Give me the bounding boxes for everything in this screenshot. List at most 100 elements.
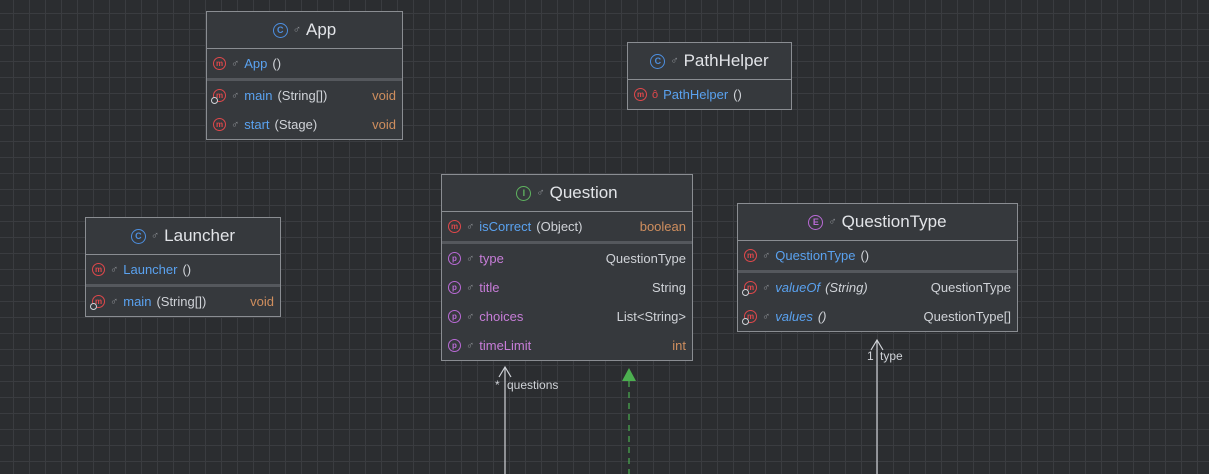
member-row[interactable]: p ♂ timeLimit int [442, 331, 692, 360]
class-name: PathHelper [683, 51, 769, 70]
public-visibility-icon: ♂ [828, 216, 837, 228]
member-row[interactable]: m ♂ valueOf (String) QuestionType [738, 273, 1017, 302]
method-params: (String[]) [277, 88, 328, 103]
method-icon: m [744, 249, 757, 262]
field-icon: p [448, 310, 461, 323]
return-type: void [372, 88, 396, 103]
method-name: isCorrect [479, 219, 532, 234]
field-type: int [672, 338, 686, 353]
public-visibility-icon: ♂ [762, 281, 771, 294]
method-params: () [817, 309, 827, 324]
field-type: List<String> [616, 309, 686, 324]
field-icon: p [448, 339, 461, 352]
association-label: questions [507, 378, 559, 392]
member-row[interactable]: m ♂ App () [207, 49, 402, 78]
public-visibility-icon: ♂ [466, 339, 475, 352]
method-name: start [244, 117, 270, 132]
field-type: QuestionType [605, 251, 686, 266]
association-label: type [880, 349, 903, 363]
method-name: values [775, 309, 813, 324]
field-name: timeLimit [479, 338, 532, 353]
return-type: boolean [639, 219, 686, 234]
method-params: (String) [825, 280, 868, 295]
method-name: valueOf [775, 280, 820, 295]
member-row[interactable]: m ♂ main (String[]) void [86, 287, 280, 316]
member-row[interactable]: m ô PathHelper () [628, 80, 791, 109]
class-name: Launcher [164, 226, 236, 245]
class-header: E ♂ QuestionType [738, 204, 1017, 241]
member-row[interactable]: m ♂ Launcher () [86, 255, 280, 284]
static-method-icon: m [742, 310, 757, 325]
public-visibility-icon: ♂ [231, 118, 240, 131]
method-params: (Stage) [274, 117, 318, 132]
method-icon: m [634, 88, 647, 101]
return-type: QuestionType [930, 280, 1011, 295]
public-visibility-icon: ♂ [110, 263, 119, 276]
public-visibility-icon: ♂ [670, 55, 679, 67]
public-visibility-icon: ♂ [231, 57, 240, 70]
class-app[interactable]: C ♂ App m ♂ App () m ♂ main (String[]) voi… [206, 11, 403, 140]
constructor-name: App [244, 56, 268, 71]
class-name: QuestionType [841, 212, 947, 231]
class-header: C ♂ PathHelper [628, 43, 791, 80]
interface-icon: I [516, 185, 532, 201]
public-visibility-icon: ♂ [150, 230, 160, 242]
public-visibility-icon: ♂ [292, 24, 301, 36]
member-row[interactable]: p ♂ title String [442, 273, 692, 302]
member-row[interactable]: p ♂ choices List<String> [442, 302, 692, 331]
method-name-text: values [775, 309, 813, 324]
constructor-name: PathHelper [663, 87, 729, 102]
static-method-icon: m [211, 89, 226, 104]
multiplicity-label: * [495, 378, 500, 392]
constructor-params: () [860, 248, 870, 263]
public-visibility-icon: ♂ [231, 89, 240, 102]
public-visibility-icon: ♂ [466, 281, 475, 294]
private-visibility-icon: ô [652, 88, 659, 101]
method-params: (Object) [536, 219, 583, 234]
method-name: main [244, 88, 273, 103]
class-header: C ♂ App [207, 12, 402, 49]
class-name: App [306, 20, 337, 39]
multiplicity-label: 1 [867, 349, 874, 363]
class-icon: C [272, 22, 288, 38]
method-icon: m [213, 57, 226, 70]
member-row[interactable]: m ♂ isCorrect (Object) boolean [442, 212, 692, 241]
class-icon: C [650, 53, 666, 69]
class-pathhelper[interactable]: C ♂ PathHelper m ô PathHelper () [627, 42, 792, 110]
static-method-icon: m [90, 295, 105, 310]
constructor-name: QuestionType [775, 248, 856, 263]
member-row[interactable]: m ♂ main (String[]) void [207, 81, 402, 110]
return-type: void [372, 117, 396, 132]
member-row[interactable]: m ♂ values () QuestionType[] [738, 302, 1017, 331]
field-name: type [479, 251, 504, 266]
member-row[interactable]: p ♂ type QuestionType [442, 244, 692, 273]
member-row[interactable]: m ♂ QuestionType () [738, 241, 1017, 270]
public-visibility-icon: ♂ [762, 249, 771, 262]
class-question[interactable]: I ♂ Question m ♂ isCorrect (Object) boole… [441, 174, 693, 361]
member-row[interactable]: m ♂ start (Stage) void [207, 110, 402, 139]
constructor-params: () [182, 262, 192, 277]
class-name: Question [549, 183, 618, 202]
class-header: C ♂ Launcher [86, 218, 280, 255]
enum-icon: E [808, 214, 824, 230]
field-icon: p [448, 281, 461, 294]
static-method-icon: m [742, 281, 757, 296]
public-visibility-icon: ♂ [466, 252, 475, 265]
class-launcher[interactable]: C ♂ Launcher m ♂ Launcher () m ♂ main (Str… [85, 217, 281, 317]
constructor-name: Launcher [123, 262, 178, 277]
public-visibility-icon: ♂ [110, 295, 119, 308]
method-name-text: valueOf [775, 280, 821, 295]
constructor-params: () [733, 87, 742, 102]
return-type: QuestionType[] [923, 309, 1011, 324]
abstract-method-icon: m [448, 220, 461, 233]
class-questiontype[interactable]: E ♂ QuestionType m ♂ QuestionType () m ♂ … [737, 203, 1018, 332]
constructor-params: () [272, 56, 282, 71]
field-icon: p [448, 252, 461, 265]
method-name: main [123, 294, 152, 309]
method-params: (String[]) [156, 294, 207, 309]
method-icon: m [213, 118, 226, 131]
field-type: String [652, 280, 686, 295]
public-visibility-icon: ♂ [466, 310, 475, 323]
public-visibility-icon: ♂ [466, 220, 475, 233]
field-name: title [479, 280, 500, 295]
